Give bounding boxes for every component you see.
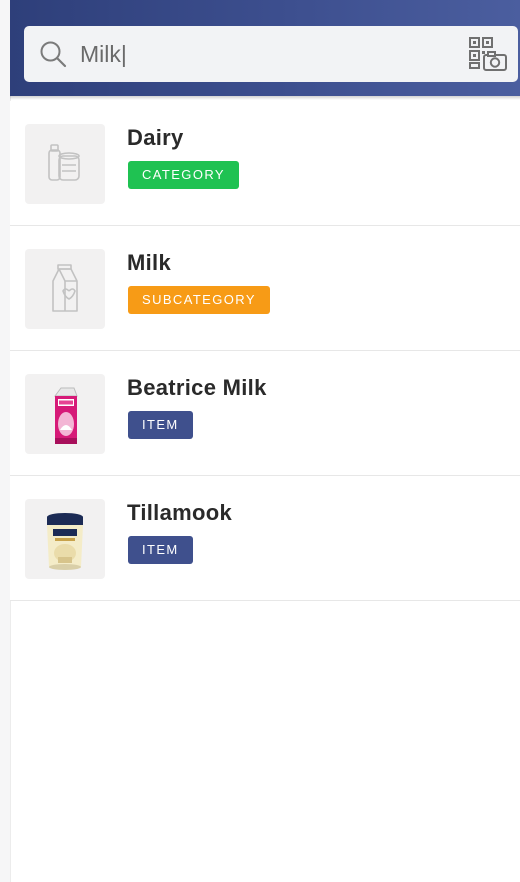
item-badge: ITEM: [128, 536, 193, 564]
subcategory-badge: SUBCATEGORY: [128, 286, 270, 314]
search-results-list: Dairy CATEGORY Milk SUBCATEGORY Beatrice…: [10, 101, 520, 601]
search-input[interactable]: [80, 34, 410, 74]
tillamook-image: [25, 499, 105, 579]
search-icon[interactable]: [38, 39, 68, 69]
result-row-milk[interactable]: Milk SUBCATEGORY: [10, 226, 520, 351]
result-title: Dairy: [127, 125, 184, 150]
search-bar[interactable]: [24, 26, 518, 82]
qr-camera-icon[interactable]: [468, 36, 508, 72]
result-title: Beatrice Milk: [127, 375, 267, 400]
app-screen: Dairy CATEGORY Milk SUBCATEGORY: [0, 0, 520, 882]
result-row-tillamook[interactable]: Tillamook ITEM: [10, 476, 520, 601]
result-row-beatrice-milk[interactable]: Beatrice Milk ITEM: [10, 351, 520, 476]
item-badge: ITEM: [128, 411, 193, 439]
result-title: Tillamook: [127, 500, 232, 525]
category-badge: CATEGORY: [128, 161, 239, 189]
header-shadow: [10, 96, 520, 100]
beatrice-milk-image: [25, 374, 105, 454]
milk-carton-icon: [25, 249, 105, 329]
result-title: Milk: [127, 250, 171, 275]
dairy-icon: [25, 124, 105, 204]
result-row-dairy[interactable]: Dairy CATEGORY: [10, 101, 520, 226]
